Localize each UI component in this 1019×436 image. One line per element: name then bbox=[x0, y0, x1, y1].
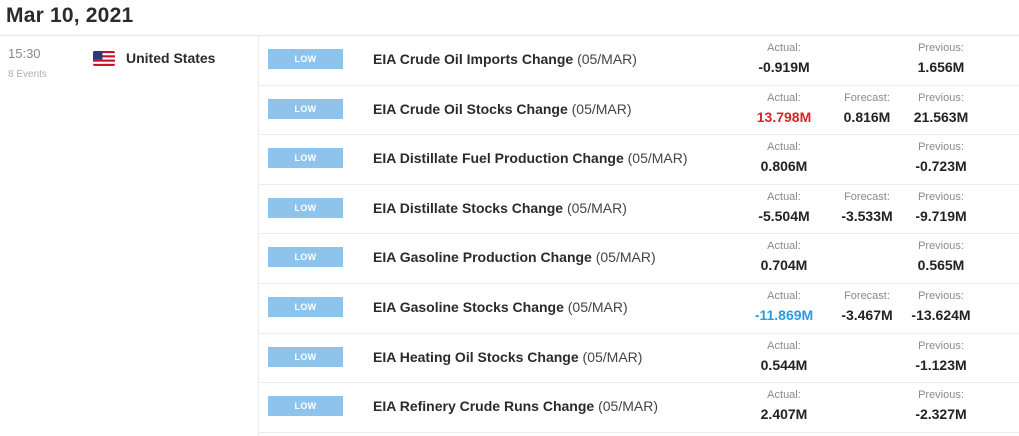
previous-value: 0.565M bbox=[917, 257, 965, 274]
event-period: (05/MAR) bbox=[566, 199, 627, 216]
actual-label: Actual: bbox=[767, 289, 801, 302]
actual-stat: Actual: -5.504M bbox=[739, 191, 829, 226]
event-period: (05/MAR) bbox=[595, 249, 656, 266]
previous-stat: Previous: 0.565M bbox=[896, 240, 986, 275]
event-title[interactable]: EIA Distillate Stocks Change (05/MAR) bbox=[373, 200, 627, 216]
event-title[interactable]: EIA Crude Oil Stocks Change (05/MAR) bbox=[373, 101, 632, 117]
event-list: LOW EIA Crude Oil Imports Change (05/MAR… bbox=[259, 36, 1019, 433]
actual-value: -5.504M bbox=[758, 207, 810, 224]
event-title[interactable]: EIA Heating Oil Stocks Change (05/MAR) bbox=[373, 349, 642, 365]
actual-stat: Actual: 2.407M bbox=[739, 389, 829, 424]
previous-value: -9.719M bbox=[915, 207, 967, 224]
previous-label: Previous: bbox=[918, 42, 964, 54]
previous-value: -2.327M bbox=[915, 406, 967, 423]
previous-label: Previous: bbox=[918, 240, 964, 253]
event-name: EIA Heating Oil Stocks Change bbox=[373, 348, 579, 365]
actual-stat: Actual: -11.869M bbox=[739, 290, 829, 325]
us-flag-icon bbox=[93, 51, 115, 66]
previous-stat: Previous: -0.723M bbox=[896, 141, 986, 176]
event-name: EIA Distillate Fuel Production Change bbox=[373, 150, 624, 167]
previous-label: Previous: bbox=[918, 190, 964, 203]
actual-label: Actual: bbox=[767, 42, 801, 54]
previous-stat: Previous: -13.624M bbox=[896, 290, 986, 325]
event-title[interactable]: EIA Gasoline Production Change (05/MAR) bbox=[373, 249, 656, 265]
actual-value: -0.919M bbox=[758, 59, 810, 75]
event-title[interactable]: EIA Distillate Fuel Production Change (0… bbox=[373, 150, 688, 166]
actual-label: Actual: bbox=[767, 389, 801, 402]
event-period: (05/MAR) bbox=[571, 100, 632, 117]
actual-value: 2.407M bbox=[760, 406, 808, 423]
previous-value: 1.656M bbox=[917, 59, 965, 75]
actual-value: 0.806M bbox=[760, 158, 808, 175]
event-title[interactable]: EIA Gasoline Stocks Change (05/MAR) bbox=[373, 299, 628, 315]
event-group-info: 15:30 8 Events United States bbox=[0, 36, 258, 436]
event-name: EIA Crude Oil Imports Change bbox=[373, 51, 574, 67]
actual-value: 0.544M bbox=[760, 356, 808, 373]
actual-label: Actual: bbox=[767, 190, 801, 203]
event-title[interactable]: EIA Crude Oil Imports Change (05/MAR) bbox=[373, 51, 637, 67]
previous-label: Previous: bbox=[918, 339, 964, 352]
previous-value: -0.723M bbox=[915, 158, 967, 175]
actual-stat: Actual: -0.919M bbox=[739, 42, 829, 77]
country-name: United States bbox=[126, 50, 216, 66]
previous-label: Previous: bbox=[918, 389, 964, 402]
event-row[interactable]: LOW EIA Gasoline Stocks Change (05/MAR) … bbox=[259, 283, 1019, 334]
event-row[interactable]: LOW EIA Distillate Fuel Production Chang… bbox=[259, 135, 1019, 185]
event-name: EIA Refinery Crude Runs Change bbox=[373, 398, 595, 415]
impact-badge: LOW bbox=[268, 346, 343, 367]
previous-label: Previous: bbox=[918, 141, 964, 154]
event-row[interactable]: LOW EIA Crude Oil Imports Change (05/MAR… bbox=[259, 36, 1019, 86]
actual-stat: Actual: 0.806M bbox=[739, 141, 829, 176]
event-period: (05/MAR) bbox=[582, 348, 643, 365]
actual-value: 13.798M bbox=[756, 108, 812, 125]
actual-label: Actual: bbox=[767, 91, 801, 104]
event-row[interactable]: LOW EIA Gasoline Production Change (05/M… bbox=[259, 234, 1019, 284]
impact-badge: LOW bbox=[268, 247, 343, 268]
event-title[interactable]: EIA Refinery Crude Runs Change (05/MAR) bbox=[373, 398, 658, 414]
previous-stat: Previous: 1.656M bbox=[896, 42, 986, 77]
actual-value: 0.704M bbox=[760, 257, 808, 274]
actual-stat: Actual: 0.704M bbox=[739, 240, 829, 275]
previous-stat: Previous: -2.327M bbox=[896, 389, 986, 424]
previous-label: Previous: bbox=[918, 91, 964, 104]
event-name: EIA Gasoline Stocks Change bbox=[373, 298, 564, 315]
previous-stat: Previous: -9.719M bbox=[896, 191, 986, 226]
event-period: (05/MAR) bbox=[598, 398, 658, 415]
impact-badge: LOW bbox=[268, 148, 343, 169]
actual-label: Actual: bbox=[767, 141, 801, 154]
event-name: EIA Gasoline Production Change bbox=[373, 249, 592, 266]
impact-badge: LOW bbox=[268, 98, 343, 119]
event-row[interactable]: LOW EIA Distillate Stocks Change (05/MAR… bbox=[259, 184, 1019, 235]
event-period: (05/MAR) bbox=[567, 298, 628, 315]
actual-stat: Actual: 0.544M bbox=[739, 340, 829, 375]
previous-label: Previous: bbox=[918, 289, 964, 302]
previous-value: 21.563M bbox=[913, 108, 969, 125]
event-period: (05/MAR) bbox=[627, 150, 688, 167]
impact-badge: LOW bbox=[268, 296, 343, 317]
event-row[interactable]: LOW EIA Refinery Crude Runs Change (05/M… bbox=[259, 383, 1019, 433]
event-name: EIA Distillate Stocks Change bbox=[373, 199, 564, 216]
actual-value: -11.869M bbox=[754, 306, 814, 323]
event-row[interactable]: LOW EIA Heating Oil Stocks Change (05/MA… bbox=[259, 334, 1019, 384]
event-time: 15:30 bbox=[8, 46, 41, 61]
impact-badge: LOW bbox=[268, 396, 343, 417]
events-count: 8 Events bbox=[8, 69, 47, 80]
event-name: EIA Crude Oil Stocks Change bbox=[373, 100, 568, 117]
previous-stat: Previous: -1.123M bbox=[896, 340, 986, 375]
calendar-date-title: Mar 10, 2021 bbox=[6, 4, 134, 27]
event-period: (05/MAR) bbox=[577, 51, 637, 67]
impact-badge: LOW bbox=[268, 197, 343, 218]
actual-label: Actual: bbox=[767, 339, 801, 352]
previous-value: -13.624M bbox=[911, 306, 971, 323]
actual-label: Actual: bbox=[767, 240, 801, 253]
impact-badge: LOW bbox=[268, 49, 343, 69]
previous-value: -1.123M bbox=[915, 356, 967, 373]
actual-stat: Actual: 13.798M bbox=[739, 92, 829, 127]
event-row[interactable]: LOW EIA Crude Oil Stocks Change (05/MAR)… bbox=[259, 85, 1019, 136]
previous-stat: Previous: 21.563M bbox=[896, 92, 986, 127]
